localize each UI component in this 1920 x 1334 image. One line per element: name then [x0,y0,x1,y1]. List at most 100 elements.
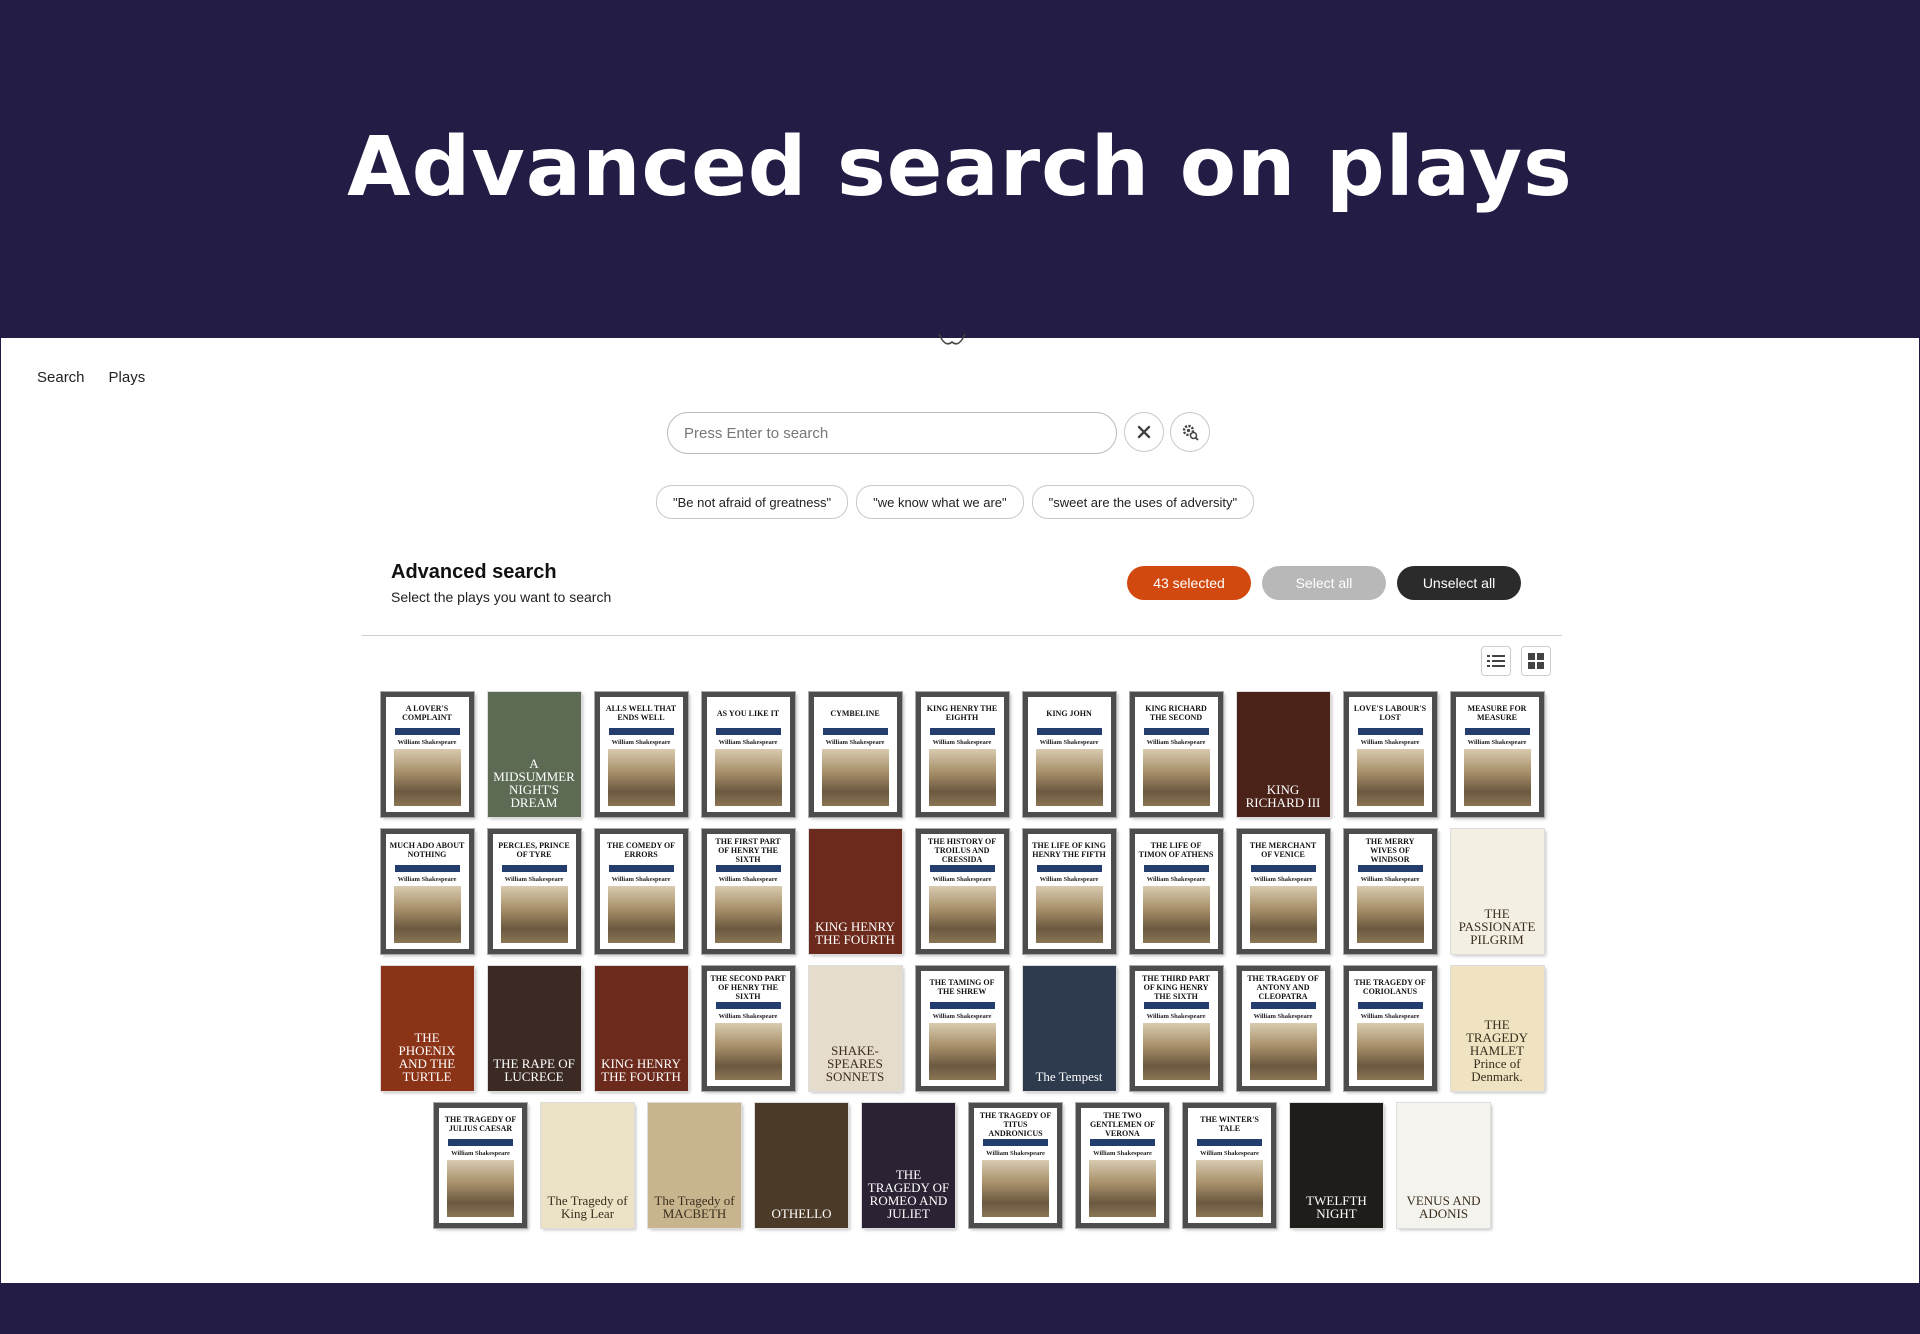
cover-illustration [1356,1023,1424,1080]
play-cover[interactable]: SHAKE-SPEARES SONNETS [807,965,903,1092]
cover-illustration [714,886,782,943]
cover-illustration [447,1160,514,1217]
cover-illustration [1142,1023,1210,1080]
play-title: The Tragedy of MACBETH [654,1193,735,1221]
cover-illustration [393,886,461,943]
play-cover[interactable]: THE LIFE OF KING HENRY THE FIFTH William … [1021,828,1117,955]
play-cover[interactable]: AS YOU LIKE IT William Shakespeare [700,691,796,818]
play-title: KING HENRY THE EIGHTH [926,704,998,722]
cover-band [1197,1139,1262,1146]
play-author: William Shakespeare [986,1150,1045,1157]
select-all-button[interactable]: Select all [1262,566,1386,600]
play-cover[interactable]: LOVE'S LABOUR'S LOST William Shakespeare [1342,691,1438,818]
play-cover[interactable]: THE MERRY WIVES OF WINDSOR William Shakes… [1342,828,1438,955]
cover-illustration [1249,886,1317,943]
cover-band [448,1139,513,1146]
play-cover[interactable]: THE RAPE OF LUCRECE [486,965,582,1092]
suggestion-chips: "Be not afraid of greatness" "we know wh… [656,485,1255,519]
play-cover[interactable]: OTHELLO [754,1102,849,1229]
play-cover[interactable]: THE WINTER'S TALE William Shakespeare [1182,1102,1277,1229]
cover-band [1250,1002,1316,1009]
cover-illustration [821,749,889,806]
cover-band [1036,865,1102,872]
play-cover[interactable]: THE TRAGEDY OF JULIUS CAESAR William Shak… [433,1102,528,1229]
play-cover[interactable]: THE TWO GENTLEMEN OF VERONA William Shake… [1075,1102,1170,1229]
cover-illustration [1463,749,1531,806]
play-cover[interactable]: CYMBELINE William Shakespeare [807,691,903,818]
selected-count-button[interactable]: 43 selected [1127,566,1251,600]
play-cover[interactable]: KING HENRY THE EIGHTH William Shakespeare [914,691,1010,818]
grid-view-button[interactable] [1521,646,1551,676]
play-cover[interactable]: KING RICHARD III [1235,691,1331,818]
play-cover[interactable]: MUCH ADO ABOUT NOTHING William Shakespear… [379,828,475,955]
play-title: THE MERRY WIVES OF WINDSOR [1365,836,1415,864]
play-cover[interactable]: THE TRAGEDY OF TITUS ANDRONICUS William S… [968,1102,1063,1229]
play-cover[interactable]: PERCLES, PRINCE OF TYRE William Shakespea… [486,828,582,955]
play-title: KING JOHN [1046,708,1092,718]
play-cover[interactable]: THE TAMING OF THE SHREW William Shakespea… [914,965,1010,1092]
play-cover[interactable]: A MIDSUMMER NIGHT'S DREAM [486,691,582,818]
play-author: William Shakespeare [611,876,671,883]
play-author: William Shakespeare [932,876,992,883]
play-title: THE TRAGEDY OF TITUS ANDRONICUS [979,1110,1052,1138]
play-cover[interactable]: KING RICHARD THE SECOND William Shakespea… [1128,691,1224,818]
unselect-all-button[interactable]: Unselect all [1397,566,1521,600]
play-title: THE TRAGEDY OF CORIOLANUS [1354,978,1426,996]
play-cover[interactable]: THE MERCHANT OF VENICE William Shakespear… [1235,828,1331,955]
play-author: William Shakespeare [1039,876,1099,883]
play-author: William Shakespeare [1146,739,1206,746]
play-title: THE LIFE OF KING HENRY THE FIFTH [1032,841,1106,859]
play-title: VENUS AND ADONIS [1406,1193,1481,1221]
clear-search-button[interactable] [1124,412,1164,452]
play-cover[interactable]: THE TRAGEDY HAMLET Prince of Denmark. [1449,965,1545,1092]
play-cover[interactable]: THE TRAGEDY OF CORIOLANUS William Shakesp… [1342,965,1438,1092]
play-cover[interactable]: KING HENRY THE FOURTH [593,965,689,1092]
play-title: THE FIRST PART OF HENRY THE SIXTH [715,836,781,864]
play-cover[interactable]: THE LIFE OF TIMON OF ATHENS William Shake… [1128,828,1224,955]
play-cover[interactable]: A LOVER'S COMPLAINT William Shakespeare [379,691,475,818]
plays-row: A LOVER'S COMPLAINT William Shakespeare A … [362,691,1562,818]
play-cover[interactable]: THE COMEDY OF ERRORS William Shakespeare [593,828,689,955]
play-title: THE TRAGEDY OF ANTONY AND CLEOPATRA [1247,973,1319,1001]
search-input[interactable] [667,412,1117,454]
play-title: OTHELLO [771,1206,832,1221]
play-cover[interactable]: KING JOHN William Shakespeare [1021,691,1117,818]
suggestion-chip[interactable]: "sweet are the uses of adversity" [1031,485,1255,519]
search-settings-button[interactable] [1170,412,1210,452]
play-cover[interactable]: ALLS WELL THAT ENDS WELL William Shakespe… [593,691,689,818]
play-cover[interactable]: The Tempest [1021,965,1117,1092]
play-title: THE LIFE OF TIMON OF ATHENS [1138,841,1214,859]
play-cover[interactable]: THE PHOENIX AND THE TURTLE [379,965,475,1092]
play-cover[interactable]: MEASURE FOR MEASURE William Shakespeare [1449,691,1545,818]
play-title: THE TWO GENTLEMEN OF VERONA [1089,1110,1156,1138]
divider [362,635,1562,636]
play-cover[interactable]: THE FIRST PART OF HENRY THE SIXTH William… [700,828,796,955]
play-cover[interactable]: KING HENRY THE FOURTH [807,828,903,955]
play-cover[interactable]: THE HISTORY OF TROILUS AND CRESSIDA Willi… [914,828,1010,955]
play-title: THE RAPE OF LUCRECE [493,1056,575,1084]
cover-band [1143,728,1209,735]
play-cover[interactable]: THE SECOND PART OF HENRY THE SIXTH Willia… [700,965,796,1092]
play-cover[interactable]: THE THIRD PART OF KING HENRY THE SIXTH Wi… [1128,965,1224,1092]
list-view-button[interactable] [1481,646,1511,676]
play-cover[interactable]: THE TRAGEDY OF ROMEO AND JULIET [861,1102,956,1229]
play-cover[interactable]: THE TRAGEDY OF ANTONY AND CLEOPATRA Willi… [1235,965,1331,1092]
play-author: William Shakespeare [451,1150,510,1157]
suggestion-chip[interactable]: "Be not afraid of greatness" [656,485,849,519]
cover-illustration [1142,886,1210,943]
play-author: William Shakespeare [1093,1150,1152,1157]
play-cover[interactable]: TWELFTH NIGHT [1289,1102,1384,1229]
cover-band [715,728,781,735]
play-cover[interactable]: VENUS AND ADONIS [1396,1102,1491,1229]
play-cover[interactable]: THE PASSIONATE PILGRIM [1449,828,1545,955]
play-author: William Shakespeare [1253,876,1313,883]
play-title: THE PASSIONATE PILGRIM [1458,906,1536,947]
play-author: William Shakespeare [1146,876,1206,883]
cover-illustration [607,749,675,806]
nav-item-plays[interactable]: Plays [109,369,146,386]
play-cover[interactable]: The Tragedy of King Lear [540,1102,635,1229]
nav-item-search[interactable]: Search [37,369,85,386]
suggestion-chip[interactable]: "we know what we are" [856,485,1024,519]
cover-illustration [1249,1023,1317,1080]
play-cover[interactable]: The Tragedy of MACBETH [647,1102,742,1229]
